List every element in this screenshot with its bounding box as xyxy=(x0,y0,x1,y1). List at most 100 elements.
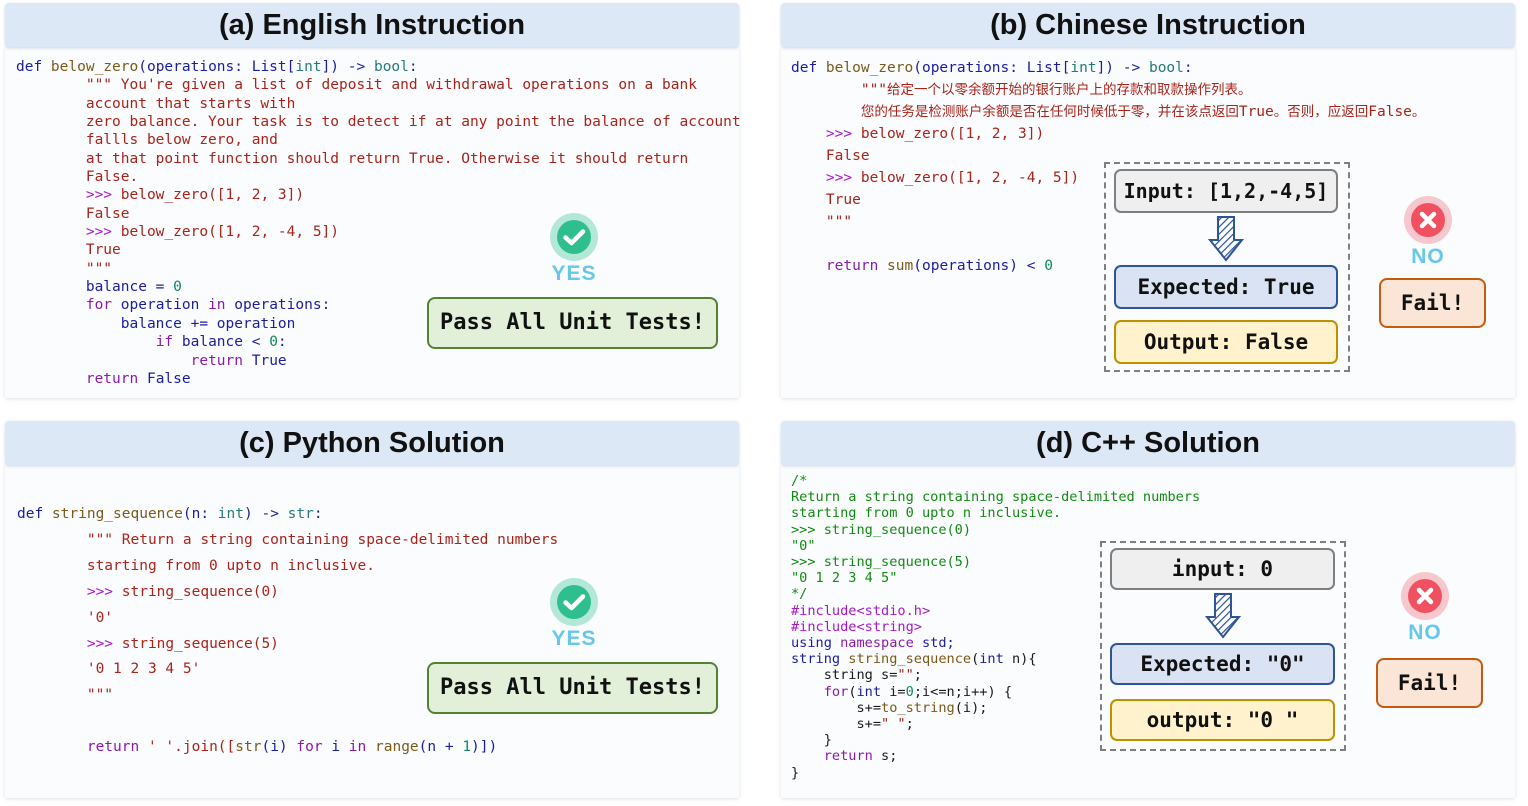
code-token: string xyxy=(791,651,849,668)
code-token: >>> xyxy=(17,583,122,600)
code-token: : xyxy=(408,59,418,75)
code-line: False. xyxy=(16,168,741,186)
code-token: account that starts with xyxy=(16,95,296,112)
panel-cpp-solution: (d) C++ Solution /* Return a string conta… xyxy=(781,421,1515,798)
code-token: ]) -> xyxy=(321,59,374,75)
panel-english-instruction: (a) English Instruction def below_zero(o… xyxy=(5,3,741,398)
code-token: return xyxy=(190,352,243,369)
code-token: (i); xyxy=(954,699,988,716)
code-token: } xyxy=(791,732,832,749)
code-token: at that point function should return Tru… xyxy=(16,150,689,167)
code-token: string_sequence xyxy=(848,651,972,668)
badge-label: NO xyxy=(1411,245,1445,268)
code-token: to_string xyxy=(881,699,955,716)
code-token: 1 xyxy=(462,739,472,756)
code-token: bool xyxy=(1148,60,1184,76)
code-token: def xyxy=(17,506,52,522)
code-line: def string_sequence(n: int) -> str: xyxy=(17,502,558,528)
code-token: ( xyxy=(848,683,857,700)
code-token: >>> xyxy=(17,635,122,652)
expected-box: Expected: True xyxy=(1114,265,1338,309)
code-token: str xyxy=(287,506,314,522)
code-line: def below_zero(operations: List[int]) ->… xyxy=(16,58,741,76)
code-token: : xyxy=(277,334,287,351)
code-token: return xyxy=(85,370,139,387)
code-token: below_zero([1, 2, 3]) xyxy=(860,126,1045,142)
code-line: >>> string_sequence(0) xyxy=(17,580,558,606)
yes-badge: YES xyxy=(542,213,606,286)
code-token: 。 xyxy=(1411,104,1426,120)
code-line: True xyxy=(16,241,741,259)
code-token: : xyxy=(313,506,323,522)
code-token: 0 xyxy=(173,279,182,296)
code-token: (n + xyxy=(418,739,463,756)
code-token: for xyxy=(85,297,113,314)
code-token: False xyxy=(16,205,130,222)
pass-result-box: Pass All Unit Tests! xyxy=(427,297,718,349)
code-token: #include<string> xyxy=(791,618,922,635)
code-token: in xyxy=(208,297,226,314)
code-token: >>> xyxy=(16,224,121,241)
x-circle-icon xyxy=(1404,196,1452,244)
code-token: ' '.join([ xyxy=(139,739,236,756)
code-token: (i) xyxy=(261,739,297,756)
code-token: Return a string containing space-delimit… xyxy=(791,489,1201,506)
code-line: >>> string_sequence(0) xyxy=(791,522,1200,538)
code-line: False xyxy=(16,205,741,223)
code-token: 。否则，应返回 xyxy=(1273,104,1369,120)
no-badge: NO xyxy=(1393,572,1457,645)
code-line: """给定一个以零余额开始的银行账户上的存款和取款操作列表。 xyxy=(791,79,1425,101)
code-token: i= xyxy=(881,683,906,700)
code-token: below_zero xyxy=(825,60,914,76)
code-token: 0 xyxy=(269,334,278,351)
code-token: True xyxy=(1238,104,1274,120)
code-token: zero balance. Your task is to detect if … xyxy=(16,114,741,131)
code-token: 您的任务是检测账户余额是否在任何时候低于零，并在该点返回 xyxy=(860,104,1239,120)
code-line: account that starts with xyxy=(16,95,741,113)
code-token: return xyxy=(823,748,873,765)
code-token: below_zero([1, 2, 3]) xyxy=(120,187,305,204)
expected-box: Expected: "0" xyxy=(1110,643,1335,685)
code-token: namespace xyxy=(840,635,914,652)
code-token: : xyxy=(1183,60,1193,76)
code-token: ]) -> xyxy=(1096,60,1149,76)
code-token: for xyxy=(823,683,849,700)
code-token: string_sequence xyxy=(51,506,183,522)
striped-down-arrow-icon xyxy=(1205,593,1241,639)
code-token: (operations: List[ xyxy=(138,59,296,75)
code-token: True xyxy=(243,352,287,369)
code-token: i xyxy=(322,739,349,756)
code-token: operation xyxy=(112,297,209,314)
fail-result-box: Fail! xyxy=(1379,278,1486,328)
code-block: def string_sequence(n: int) -> str: """ … xyxy=(17,502,558,761)
check-circle-icon xyxy=(550,213,598,261)
pass-result-box: Pass All Unit Tests! xyxy=(427,662,718,714)
code-token: int xyxy=(295,59,322,75)
code-token: " " xyxy=(881,716,906,733)
code-line: """ Return a string containing space-del… xyxy=(17,528,558,554)
code-token: } xyxy=(791,764,800,781)
code-token: True xyxy=(16,242,121,259)
code-token: True xyxy=(791,192,861,208)
panel-chinese-instruction: (b) Chinese Instruction def below_zero(o… xyxy=(781,3,1515,398)
panel-title: (a) English Instruction xyxy=(5,3,739,47)
code-line: >>> below_zero([1, 2, -4, 5]) xyxy=(16,223,741,241)
code-token: """ Return a string containing space-del… xyxy=(17,531,559,548)
code-token: sum xyxy=(887,258,914,274)
output-box: output: "0 " xyxy=(1110,699,1335,741)
code-line: """ xyxy=(16,260,741,278)
fail-result-box: Fail! xyxy=(1376,658,1483,708)
striped-down-arrow-icon xyxy=(1208,216,1244,262)
badge-label: YES xyxy=(551,262,597,285)
code-line: at that point function should return Tru… xyxy=(16,150,741,168)
code-token: below_zero([1, 2, -4, 5]) xyxy=(860,170,1080,186)
code-token: def xyxy=(791,60,826,76)
badge-label: NO xyxy=(1408,621,1442,644)
code-token: operations: xyxy=(225,297,331,314)
code-token: False xyxy=(138,370,191,387)
code-token: 给定一个以零余额开始的银行账户上的存款和取款操作列表。 xyxy=(887,82,1252,98)
code-token: below_zero([1, 2, -4, 5]) xyxy=(120,224,340,241)
